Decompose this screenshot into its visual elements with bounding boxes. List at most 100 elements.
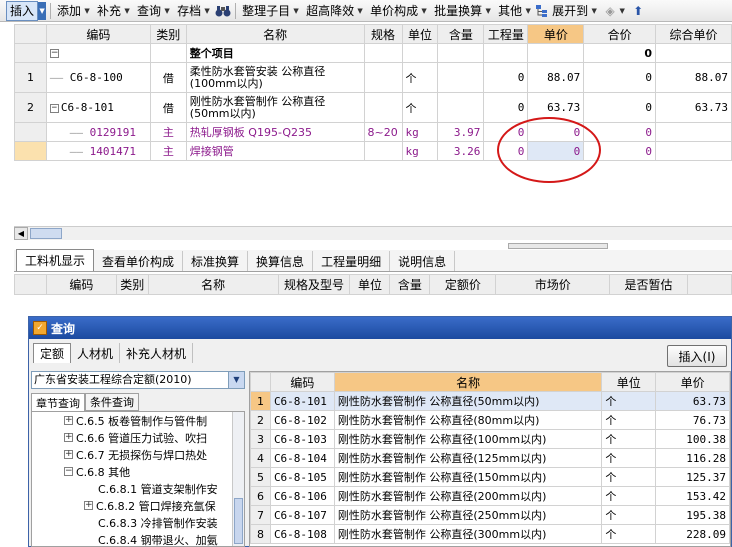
- tree-item[interactable]: C.6.8.4 钢带退火、加氨: [32, 531, 244, 547]
- supplement-button[interactable]: 补充: [95, 1, 123, 21]
- price-cell[interactable]: 63.73: [655, 391, 730, 411]
- type-cell[interactable]: 借: [149, 92, 187, 123]
- name-cell[interactable]: 整个项目: [185, 43, 365, 63]
- col-header-total[interactable]: 合价: [583, 24, 657, 44]
- table-row[interactable]: —— 1401471 主 焊接钢管 kg 3.26 0 0 0: [14, 141, 732, 161]
- tree-item[interactable]: C.6.8.3 冷排管制作安装: [32, 514, 244, 531]
- price-cell[interactable]: 63.73: [527, 92, 585, 123]
- unit-cell[interactable]: kg: [401, 122, 439, 142]
- col-header-unit[interactable]: 单位: [401, 24, 439, 44]
- content-cell[interactable]: [437, 43, 485, 63]
- query-dropdown-icon[interactable]: ▼: [163, 1, 171, 21]
- organize-button[interactable]: 整理子目: [240, 1, 292, 21]
- chevron-down-icon[interactable]: ▼: [228, 372, 244, 388]
- code-cell[interactable]: − C6-8-101: [45, 92, 151, 123]
- name-cell[interactable]: 刚性防水套管制作 公称直径(80mm以内): [333, 410, 603, 430]
- type-cell[interactable]: 主: [149, 122, 187, 142]
- name-cell[interactable]: 刚性防水套管制作 公称直径(250mm以内): [333, 505, 603, 525]
- pane-splitter[interactable]: [508, 243, 608, 249]
- col-header-market-price[interactable]: 市场价: [495, 274, 611, 295]
- total-cell[interactable]: 0: [583, 92, 657, 123]
- code-cell[interactable]: C6-8-105: [269, 467, 335, 487]
- unit-cell[interactable]: 个: [601, 524, 657, 544]
- scroll-left-icon[interactable]: ◀: [14, 227, 28, 240]
- quantity-cell[interactable]: 0: [483, 62, 529, 93]
- tab-condition-search[interactable]: 条件查询: [85, 393, 139, 411]
- col-header-name[interactable]: 名称: [333, 372, 603, 392]
- total-cell[interactable]: 0: [583, 122, 657, 142]
- add-dropdown-icon[interactable]: ▼: [83, 1, 91, 21]
- col-header-quantity[interactable]: 工程量: [483, 24, 529, 44]
- tab-standard-conversion[interactable]: 标准换算: [183, 251, 249, 271]
- tree-item[interactable]: C.6.8.1 管道支架制作安: [32, 480, 244, 497]
- add-button[interactable]: 添加: [55, 1, 83, 21]
- table-row[interactable]: 4 C6-8-104 刚性防水套管制作 公称直径(125mm以内) 个 116.…: [250, 448, 730, 468]
- price-cell[interactable]: 100.38: [655, 429, 730, 449]
- summary-row[interactable]: − 整个项目 0: [14, 43, 732, 63]
- spec-cell[interactable]: [363, 43, 403, 63]
- name-cell[interactable]: 刚性防水套管制作 公称直径(100mm以内): [333, 429, 603, 449]
- price-cell[interactable]: 228.09: [655, 524, 730, 544]
- unit-total-cell[interactable]: [655, 43, 732, 63]
- col-header-code[interactable]: 编码: [269, 372, 335, 392]
- archive-dropdown-icon[interactable]: ▼: [203, 1, 211, 21]
- collapse-icon[interactable]: −: [49, 103, 59, 113]
- quantity-cell[interactable]: 0: [483, 141, 529, 161]
- price-cell[interactable]: 0: [527, 122, 585, 142]
- tab-resources[interactable]: 人材机: [71, 343, 121, 363]
- dialog-titlebar[interactable]: ✓ 查询: [29, 317, 731, 339]
- col-header-price[interactable]: 单价: [655, 372, 730, 392]
- col-header-content[interactable]: 含量: [437, 24, 485, 44]
- col-header-unit[interactable]: 单位: [601, 372, 657, 392]
- library-select[interactable]: 广东省安装工程综合定额(2010) ▼: [31, 371, 245, 389]
- spec-cell[interactable]: [363, 62, 403, 93]
- organize-dropdown-icon[interactable]: ▼: [292, 1, 300, 21]
- code-cell[interactable]: C6-8-103: [269, 429, 335, 449]
- price-cell[interactable]: 76.73: [655, 410, 730, 430]
- col-header-unit-total[interactable]: 综合单价: [655, 24, 732, 44]
- table-row[interactable]: —— 0129191 主 热轧厚钢板 Q195-Q235 8~20 kg 3.9…: [14, 122, 732, 142]
- code-cell[interactable]: C6-8-108: [269, 524, 335, 544]
- name-cell[interactable]: 刚性防水套管制作 公称直径(200mm以内): [333, 486, 603, 506]
- binoculars-icon[interactable]: [215, 3, 231, 19]
- content-cell[interactable]: [437, 92, 485, 123]
- unit-cell[interactable]: kg: [401, 141, 439, 161]
- unit-total-cell[interactable]: 63.73: [655, 92, 732, 123]
- scroll-thumb[interactable]: [30, 228, 62, 239]
- code-cell[interactable]: —— 0129191: [45, 122, 151, 142]
- table-row[interactable]: 5 C6-8-105 刚性防水套管制作 公称直径(150mm以内) 个 125.…: [250, 467, 730, 487]
- unit-total-cell[interactable]: [655, 141, 732, 161]
- type-cell[interactable]: [149, 43, 187, 63]
- paint-dropdown-icon[interactable]: ▼: [618, 1, 626, 21]
- batch-convert-dropdown-icon[interactable]: ▼: [484, 1, 492, 21]
- height-fee-dropdown-icon[interactable]: ▼: [356, 1, 364, 21]
- col-header-type[interactable]: 类别: [115, 274, 149, 295]
- price-cell[interactable]: 125.37: [655, 467, 730, 487]
- tab-conversion-info[interactable]: 换算信息: [248, 251, 314, 271]
- spec-cell[interactable]: [363, 92, 403, 123]
- unit-total-cell[interactable]: [655, 122, 732, 142]
- quantity-cell[interactable]: 0: [483, 122, 529, 142]
- table-row[interactable]: 1 C6-8-101 刚性防水套管制作 公称直径(50mm以内) 个 63.73: [250, 391, 730, 411]
- code-cell[interactable]: C6-8-107: [269, 505, 335, 525]
- horizontal-scrollbar[interactable]: ◀: [14, 226, 732, 240]
- col-header-price[interactable]: 单价: [527, 24, 585, 44]
- col-header-estimated[interactable]: 是否暂估: [609, 274, 688, 295]
- tab-description[interactable]: 说明信息: [390, 251, 456, 271]
- unit-cell[interactable]: 个: [601, 429, 657, 449]
- scroll-thumb[interactable]: [234, 498, 243, 544]
- code-cell[interactable]: C6-8-102: [269, 410, 335, 430]
- collapse-icon[interactable]: −: [64, 467, 73, 476]
- table-row[interactable]: 8 C6-8-108 刚性防水套管制作 公称直径(300mm以内) 个 228.…: [250, 524, 730, 544]
- price-cell[interactable]: 195.38: [655, 505, 730, 525]
- table-row[interactable]: 6 C6-8-106 刚性防水套管制作 公称直径(200mm以内) 个 153.…: [250, 486, 730, 506]
- supplement-dropdown-icon[interactable]: ▼: [123, 1, 131, 21]
- unit-cell[interactable]: 个: [601, 391, 657, 411]
- price-cell[interactable]: 0: [527, 141, 585, 161]
- tab-quota[interactable]: 定额: [33, 343, 72, 363]
- total-cell[interactable]: 0: [583, 43, 657, 63]
- unit-cell[interactable]: [401, 43, 439, 63]
- unit-cell[interactable]: 个: [401, 92, 439, 123]
- unit-cell[interactable]: 个: [401, 62, 439, 93]
- col-header-name[interactable]: 名称: [185, 24, 365, 44]
